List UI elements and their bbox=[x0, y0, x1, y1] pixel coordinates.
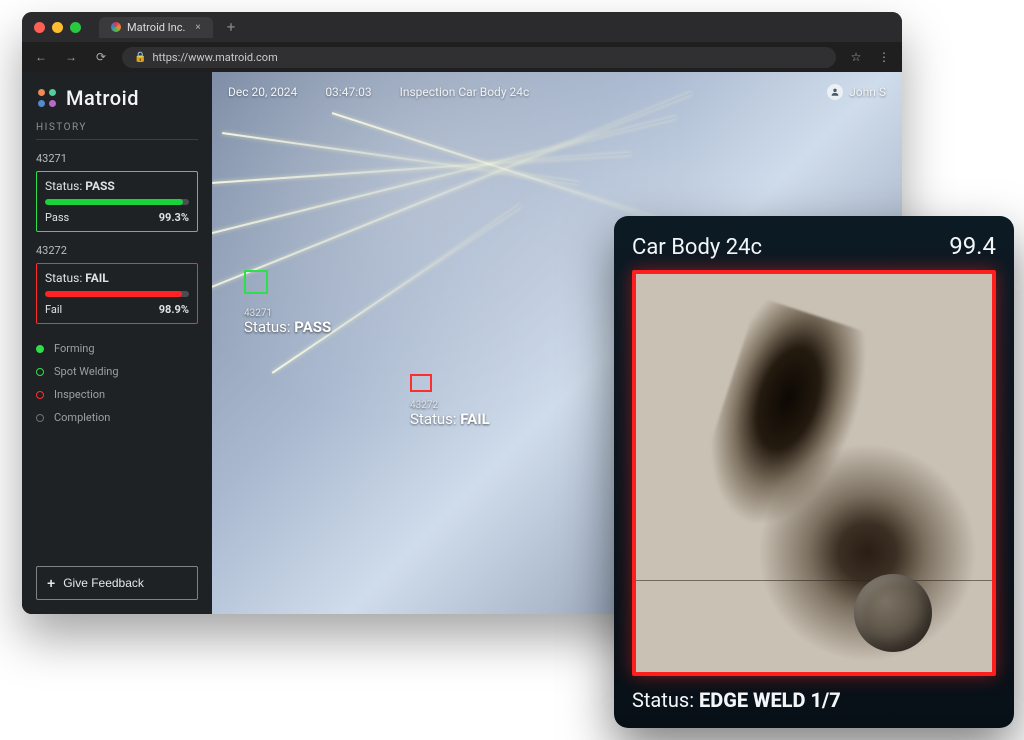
progress-bar bbox=[45, 199, 189, 205]
weld-nub-graphic bbox=[854, 574, 932, 652]
stage-item: Inspection bbox=[36, 388, 198, 401]
popout-title: Car Body 24c bbox=[632, 235, 762, 260]
lock-icon: 🔒 bbox=[134, 52, 146, 63]
detection-box-pass[interactable] bbox=[244, 270, 268, 294]
sidebar: Matroid HISTORY 43271 Status: PASS Pass … bbox=[22, 72, 212, 614]
brand-name: Matroid bbox=[66, 86, 139, 110]
stage-dot-icon bbox=[36, 391, 44, 399]
seam-line-graphic bbox=[636, 580, 992, 581]
window-controls[interactable] bbox=[34, 22, 81, 33]
tab-favicon-icon bbox=[111, 22, 121, 32]
maximize-window-icon[interactable] bbox=[70, 22, 81, 33]
popout-status: Status: EDGE WELD 1/7 bbox=[632, 688, 996, 712]
plus-icon: + bbox=[47, 575, 55, 591]
user-name: John S bbox=[849, 85, 886, 99]
stage-item: Completion bbox=[36, 411, 198, 424]
history-heading: HISTORY bbox=[36, 122, 198, 140]
progress-bar bbox=[45, 291, 189, 297]
viewport-topbar: Dec 20, 2024 03:47:03 Inspection Car Bod… bbox=[212, 84, 902, 100]
give-feedback-button[interactable]: + Give Feedback bbox=[36, 566, 198, 600]
browser-titlebar: Matroid Inc. × + bbox=[22, 12, 902, 42]
stage-label: Completion bbox=[54, 411, 110, 424]
scorch-mark-graphic bbox=[681, 297, 901, 581]
popout-score: 99.4 bbox=[949, 232, 996, 260]
bookmark-icon[interactable]: ☆ bbox=[848, 50, 864, 64]
stage-label: Forming bbox=[54, 342, 95, 355]
url-input[interactable]: 🔒 https://www.matroid.com bbox=[122, 47, 836, 68]
nav-back-icon[interactable]: ← bbox=[32, 50, 50, 64]
detection-label: 43272Status: FAIL bbox=[410, 400, 490, 428]
detail-popout: Car Body 24c 99.4 Status: EDGE WELD 1/7 bbox=[614, 216, 1014, 728]
new-tab-button[interactable]: + bbox=[227, 18, 236, 36]
browser-tab[interactable]: Matroid Inc. × bbox=[99, 17, 213, 38]
stage-dot-icon bbox=[36, 345, 44, 353]
stage-label: Inspection bbox=[54, 388, 105, 401]
detection-box-fail[interactable] bbox=[410, 374, 432, 392]
close-tab-icon[interactable]: × bbox=[195, 22, 200, 33]
avatar-icon bbox=[827, 84, 843, 100]
popout-image[interactable] bbox=[632, 270, 996, 676]
stage-item: Forming bbox=[36, 342, 198, 355]
stage-dot-icon bbox=[36, 368, 44, 376]
close-window-icon[interactable] bbox=[34, 22, 45, 33]
stage-list: Forming Spot Welding Inspection Completi… bbox=[36, 342, 198, 424]
topbar-time: 03:47:03 bbox=[325, 85, 371, 99]
browser-toolbar: ← → ⟳ 🔒 https://www.matroid.com ☆ ⋮ bbox=[22, 42, 902, 72]
detection-label: 43271Status: PASS bbox=[244, 308, 331, 336]
topbar-date: Dec 20, 2024 bbox=[228, 85, 297, 99]
reload-icon[interactable]: ⟳ bbox=[92, 50, 110, 64]
feedback-label: Give Feedback bbox=[63, 576, 144, 590]
history-card-pass[interactable]: Status: PASS Pass 99.3% bbox=[36, 171, 198, 232]
minimize-window-icon[interactable] bbox=[52, 22, 63, 33]
history-card-status: Status: FAIL bbox=[45, 271, 189, 285]
history-card-result: Fail 98.9% bbox=[45, 303, 189, 316]
history-card-fail[interactable]: Status: FAIL Fail 98.9% bbox=[36, 263, 198, 324]
menu-icon[interactable]: ⋮ bbox=[876, 50, 892, 64]
popout-header: Car Body 24c 99.4 bbox=[632, 232, 996, 260]
topbar-inspection: Inspection Car Body 24c bbox=[400, 85, 530, 99]
stage-dot-icon bbox=[36, 414, 44, 422]
history-card-result: Pass 99.3% bbox=[45, 211, 189, 224]
logo-mark-icon bbox=[36, 87, 58, 109]
url-text: https://www.matroid.com bbox=[152, 51, 277, 64]
brand-logo[interactable]: Matroid bbox=[36, 86, 198, 110]
tab-title: Matroid Inc. bbox=[127, 21, 185, 34]
stage-label: Spot Welding bbox=[54, 365, 119, 378]
nav-forward-icon[interactable]: → bbox=[62, 50, 80, 64]
history-card-id: 43272 bbox=[36, 244, 198, 257]
user-menu[interactable]: John S bbox=[827, 84, 886, 100]
history-card-id: 43271 bbox=[36, 152, 198, 165]
stage-item: Spot Welding bbox=[36, 365, 198, 378]
history-card-status: Status: PASS bbox=[45, 179, 189, 193]
